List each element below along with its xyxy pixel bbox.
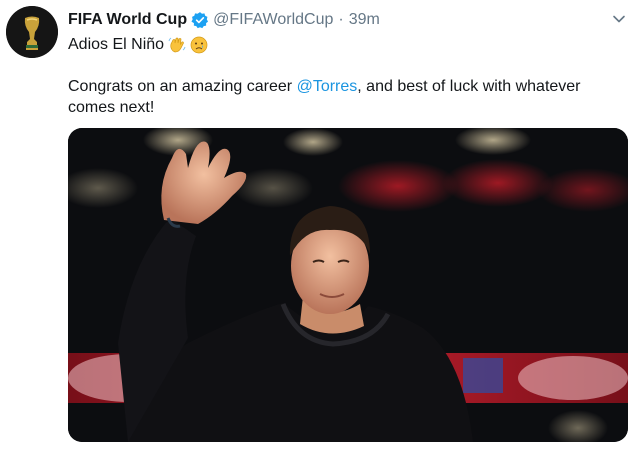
crying-face-emoji-icon [190, 36, 208, 54]
waving-hand-emoji-icon [168, 36, 186, 54]
photo-player-waving [68, 128, 628, 442]
display-name[interactable]: FIFA World Cup [68, 11, 187, 29]
tweet-timestamp[interactable]: 39m [349, 11, 380, 29]
chevron-down-icon[interactable] [612, 12, 626, 26]
tweet-text: Congrats on an amazing career @Torres, a… [68, 76, 628, 118]
tweet-photo[interactable] [68, 128, 628, 442]
tweet-card[interactable]: FIFA World Cup @FIFAWorldCup · 39m Adios… [0, 0, 640, 452]
avatar[interactable] [6, 6, 58, 58]
separator-dot: · [338, 11, 344, 28]
verified-badge-icon [191, 11, 209, 29]
world-cup-trophy-icon [6, 6, 58, 58]
mention-link[interactable]: @Torres [297, 78, 358, 95]
tweet-header: FIFA World Cup @FIFAWorldCup · 39m [68, 9, 380, 31]
account-handle[interactable]: @FIFAWorldCup [213, 11, 333, 29]
tweet-first-line: Adios El Niño [68, 35, 208, 55]
tweet-text-part1: Congrats on an amazing career [68, 78, 297, 95]
tweet-line1-text: Adios El Niño [68, 36, 165, 53]
